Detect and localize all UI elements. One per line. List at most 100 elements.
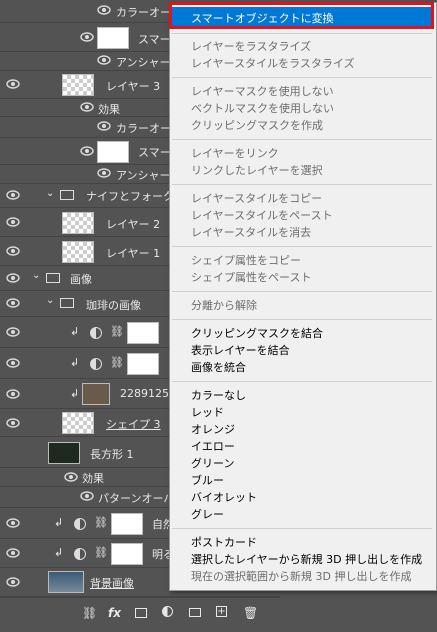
adjustment-icon: [90, 358, 102, 370]
folder-icon: [60, 190, 74, 200]
eye-icon[interactable]: [97, 168, 111, 182]
eye-icon[interactable]: [6, 548, 20, 562]
eye-icon[interactable]: [6, 79, 20, 93]
link-layers-icon[interactable]: ⛓: [82, 606, 97, 620]
context-menu: スマートオブジェクトに変換 レイヤーをラスタライズ レイヤースタイルをラスタライ…: [169, 2, 437, 591]
menu-item-color-yellow[interactable]: イエロー: [191, 438, 235, 454]
menu-item-color-blue[interactable]: ブルー: [191, 472, 224, 488]
clip-arrow-icon: ↲: [54, 516, 64, 529]
eye-icon[interactable]: [97, 5, 111, 19]
layer-name: 背景画像: [90, 577, 134, 590]
menu-item-color-red[interactable]: レッド: [191, 404, 224, 420]
layer-name: カラーオー: [116, 6, 171, 19]
layer-name: 効果: [82, 472, 104, 485]
menu-item-merge-clipping-mask[interactable]: クリッピングマスクを結合: [191, 325, 323, 341]
highlight-annotation-box: [169, 2, 434, 29]
menu-item-clear-style[interactable]: レイヤースタイルを消去: [191, 224, 311, 240]
menu-item-color-green[interactable]: グリーン: [191, 455, 234, 471]
layer-name: スマー: [138, 33, 171, 46]
new-group-icon[interactable]: [189, 608, 201, 617]
layer-name: レイヤー 2: [106, 218, 161, 231]
mask-thumbnail: [127, 353, 159, 375]
layer-name: 効果: [98, 103, 120, 116]
layer-thumbnail: [48, 571, 84, 593]
layer-name: パターンオーバ: [98, 492, 175, 505]
eye-icon[interactable]: [6, 358, 20, 372]
menu-item-disable-layer-mask[interactable]: レイヤーマスクを使用しない: [191, 83, 334, 99]
eye-icon[interactable]: [80, 102, 94, 116]
menu-item-merge-visible[interactable]: 表示レイヤーを結合: [191, 342, 290, 358]
mask-thumbnail: [111, 513, 143, 535]
menu-item-copy-shape-attr[interactable]: シェイプ属性をコピー: [191, 252, 301, 268]
eye-icon[interactable]: [6, 190, 20, 204]
mask-thumbnail: [127, 322, 159, 344]
layer-name: シェイプ 3: [106, 418, 161, 431]
menu-item-rasterize-style[interactable]: レイヤースタイルをラスタライズ: [191, 55, 355, 71]
eye-icon[interactable]: [80, 32, 94, 46]
menu-item-disable-vector-mask[interactable]: ベクトルマスクを使用しない: [191, 100, 334, 116]
menu-item-color-none[interactable]: カラーなし: [191, 387, 246, 403]
menu-separator: [172, 381, 432, 382]
chevron-down-icon[interactable]: ⌄: [32, 270, 40, 281]
adjustment-icon: [74, 548, 86, 560]
menu-item-color-violet[interactable]: バイオレット: [191, 489, 257, 505]
eye-icon[interactable]: [6, 217, 20, 231]
add-mask-icon[interactable]: [135, 608, 147, 618]
menu-item-release-isolation[interactable]: 分離から解除: [191, 297, 257, 313]
menu-item-3d-from-selection[interactable]: 現在の選択範囲から新規 3D 押し出しを作成: [191, 568, 411, 584]
chevron-down-icon[interactable]: ⌄: [46, 295, 54, 306]
folder-icon: [60, 298, 74, 308]
layer-name: 長方形 1: [90, 448, 134, 461]
eye-icon[interactable]: [6, 327, 20, 341]
layer-thumbnail: [82, 383, 110, 405]
new-layer-icon[interactable]: +: [216, 606, 227, 617]
layer-name: レイヤー 3: [106, 80, 161, 93]
menu-item-create-clipping-mask[interactable]: クリッピングマスクを作成: [191, 117, 323, 133]
layer-name: 22891251: [120, 387, 176, 400]
menu-separator: [172, 33, 432, 34]
menu-item-3d-from-layer[interactable]: 選択したレイヤーから新規 3D 押し出しを作成: [191, 551, 422, 567]
menu-item-copy-style[interactable]: レイヤースタイルをコピー: [191, 190, 322, 206]
eye-icon[interactable]: [97, 121, 111, 135]
menu-item-flatten-image[interactable]: 画像を統合: [191, 359, 246, 375]
clip-arrow-icon: ↲: [54, 546, 64, 559]
menu-separator: [172, 319, 432, 320]
smart-filter-thumbnail: [97, 141, 129, 163]
adjustment-layer-icon[interactable]: [162, 606, 173, 617]
menu-item-postcard[interactable]: ポストカード: [191, 534, 257, 550]
menu-item-color-gray[interactable]: グレー: [191, 506, 224, 522]
chevron-down-icon[interactable]: ⌄: [46, 188, 54, 199]
eye-icon[interactable]: [6, 246, 20, 260]
folder-icon: [46, 273, 60, 283]
layer-thumbnail: [62, 74, 94, 96]
mask-thumbnail: [111, 543, 143, 565]
link-icon: ⛓: [94, 516, 108, 529]
layer-name: 画像: [70, 273, 92, 286]
eye-icon[interactable]: [80, 146, 94, 160]
menu-separator: [172, 291, 432, 292]
menu-item-color-orange[interactable]: オレンジ: [191, 421, 235, 437]
menu-item-select-linked[interactable]: リンクしたレイヤーを選択: [191, 162, 323, 178]
menu-separator: [172, 246, 432, 247]
eye-icon[interactable]: [6, 298, 20, 312]
eye-icon[interactable]: [6, 518, 20, 532]
eye-icon[interactable]: [6, 389, 20, 403]
smart-filter-thumbnail: [97, 27, 129, 49]
shape-thumbnail: [48, 442, 80, 464]
eye-icon[interactable]: [6, 418, 20, 432]
eye-icon[interactable]: [6, 273, 20, 287]
layers-toolbar: ⛓ fx + 🗑: [0, 597, 280, 632]
menu-item-link-layers[interactable]: レイヤーをリンク: [191, 145, 279, 161]
fx-icon[interactable]: fx: [108, 606, 122, 620]
eye-icon[interactable]: [64, 472, 78, 486]
link-icon: ⛓: [110, 325, 124, 338]
menu-item-paste-shape-attr[interactable]: シェイプ属性をペースト: [191, 269, 311, 285]
eye-icon[interactable]: [97, 55, 111, 69]
menu-item-paste-style[interactable]: レイヤースタイルをペースト: [191, 207, 333, 223]
eye-icon[interactable]: [6, 577, 20, 591]
menu-item-rasterize-layer[interactable]: レイヤーをラスタライズ: [191, 38, 311, 54]
menu-separator: [172, 139, 432, 140]
eye-icon[interactable]: [80, 491, 94, 505]
trash-icon[interactable]: 🗑: [243, 606, 258, 620]
menu-separator: [172, 184, 432, 185]
